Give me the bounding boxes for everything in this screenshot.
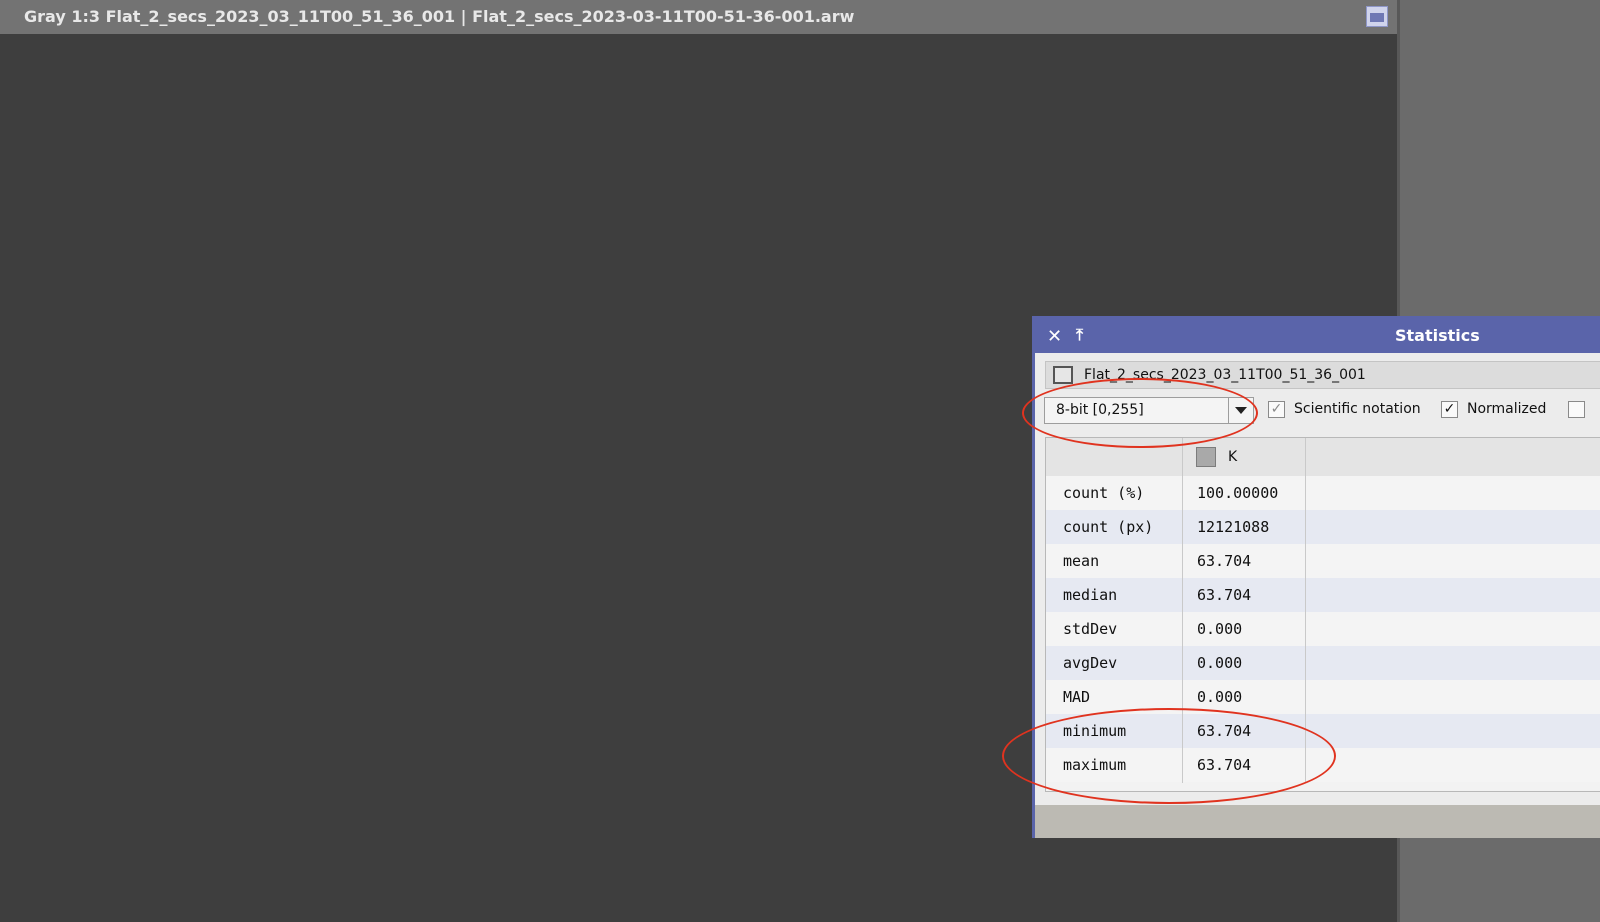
scientific-notation-checkbox[interactable]: ✓ xyxy=(1268,401,1285,418)
scientific-notation-label: Scientific notation xyxy=(1294,401,1421,417)
image-window-titlebar[interactable]: Gray 1:3 Flat_2_secs_2023_03_11T00_51_36… xyxy=(0,0,1397,34)
row-label: avgDev xyxy=(1063,654,1118,672)
shade-icon[interactable]: ⤒ xyxy=(1076,325,1083,345)
table-row[interactable]: mean 63.704 xyxy=(1046,544,1600,578)
dialog-title: Statistics xyxy=(1395,326,1480,345)
table-row[interactable]: stdDev 0.000 xyxy=(1046,612,1600,646)
row-label: mean xyxy=(1063,552,1100,570)
row-value: 63.704 xyxy=(1197,586,1252,604)
close-icon[interactable]: ✕ xyxy=(1047,326,1062,347)
table-row[interactable]: count (px) 12121088 xyxy=(1046,510,1600,544)
image-view-icon xyxy=(1053,366,1073,384)
statistics-titlebar[interactable]: ✕ ⤒ Statistics xyxy=(1035,319,1600,353)
table-row[interactable]: median 63.704 xyxy=(1046,578,1600,612)
row-value: 63.704 xyxy=(1197,552,1252,570)
row-label: count (%) xyxy=(1063,484,1145,502)
row-label: median xyxy=(1063,586,1118,604)
row-value: 0.000 xyxy=(1197,620,1243,638)
table-row[interactable]: avgDev 0.000 xyxy=(1046,646,1600,680)
dialog-footer xyxy=(1035,805,1600,838)
annotation-ellipse-minmax xyxy=(1002,708,1336,804)
row-value: 0.000 xyxy=(1197,688,1243,706)
row-value: 0.000 xyxy=(1197,654,1243,672)
row-value: 100.00000 xyxy=(1197,484,1279,502)
extra-checkbox[interactable] xyxy=(1568,401,1585,418)
table-row[interactable]: count (%) 100.00000 xyxy=(1046,476,1600,510)
annotation-ellipse-range xyxy=(1022,378,1258,448)
channel-swatch xyxy=(1196,447,1216,467)
normalized-checkbox[interactable]: ✓ xyxy=(1441,401,1458,418)
normalized-label: Normalized xyxy=(1467,401,1547,417)
row-label: count (px) xyxy=(1063,518,1154,536)
maximize-icon[interactable] xyxy=(1366,6,1388,27)
image-window-title: Gray 1:3 Flat_2_secs_2023_03_11T00_51_36… xyxy=(24,7,855,26)
row-label: MAD xyxy=(1063,688,1091,706)
channel-label: K xyxy=(1228,449,1238,465)
row-value: 12121088 xyxy=(1197,518,1270,536)
row-label: stdDev xyxy=(1063,620,1118,638)
